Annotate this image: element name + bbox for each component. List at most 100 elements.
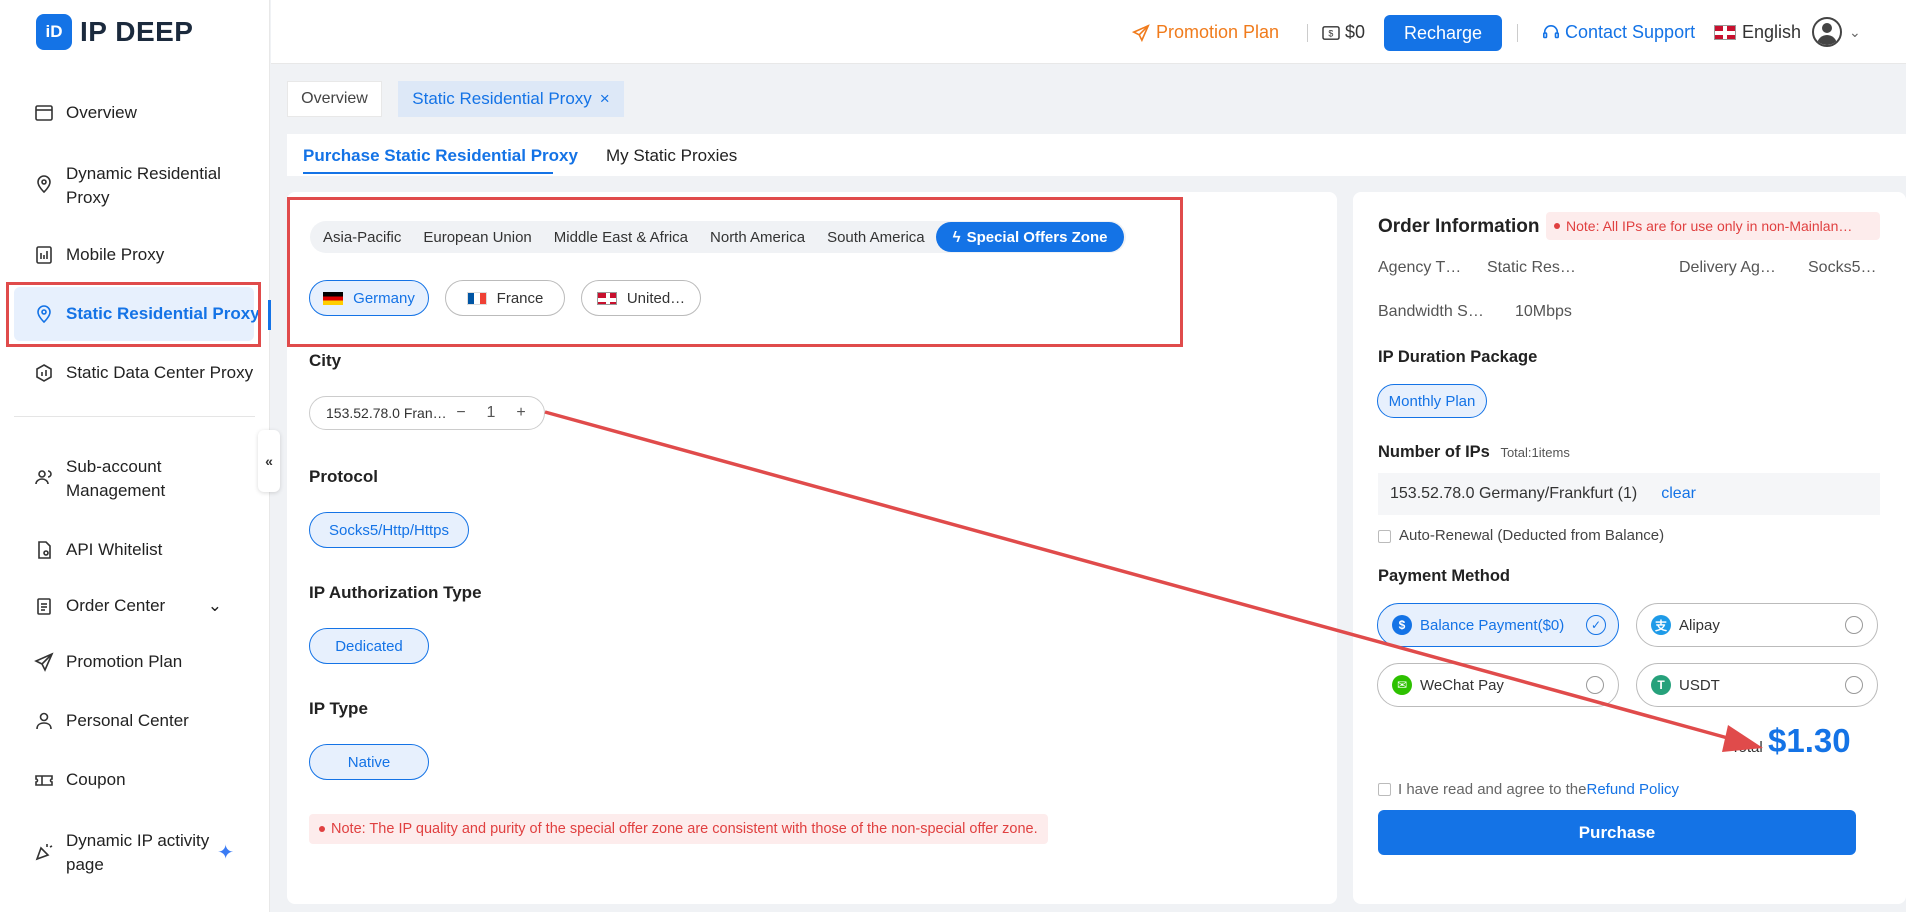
language-selector[interactable]: English [1714,22,1801,43]
active-subtab-underline [303,172,553,174]
sparkle-icon: ✦ [217,842,234,864]
tab-overview[interactable]: Overview [287,81,382,117]
sidebar-item-overview[interactable]: Overview [0,101,260,125]
purchase-button[interactable]: Purchase [1378,810,1856,855]
ip-type-option[interactable]: Native [309,744,429,780]
header-divider [1517,24,1518,42]
payment-method-label: Payment Method [1378,567,1511,585]
promotion-plan-label: Promotion Plan [1156,22,1280,42]
order-field-bandwidth-value: 10Mbps [1515,303,1572,320]
quantity-increment-button[interactable]: + [506,404,536,422]
payment-label: WeChat Pay [1420,676,1504,694]
payment-label: Alipay [1679,616,1720,634]
order-field-bandwidth-label: Bandwidth S… [1378,303,1484,320]
sidebar-item-personal-center[interactable]: Personal Center [0,709,260,733]
sidebar-item-label: API Whitelist [66,540,163,559]
payment-label: Balance Payment($0) [1420,616,1565,634]
sidebar-item-mobile[interactable]: Mobile Proxy [0,243,260,267]
auto-renew-checkbox[interactable] [1378,530,1391,543]
sidebar-item-dynamic-ip-activity[interactable]: Dynamic IP activity page ✦ [0,829,260,877]
agree-checkbox[interactable] [1378,783,1391,796]
contact-support-link[interactable]: Contact Support [1542,22,1695,43]
tab-static-residential-proxy[interactable]: Static Residential Proxy × [398,81,624,117]
radio-button[interactable] [1845,616,1863,634]
payment-option-alipay[interactable]: 支 Alipay [1636,603,1878,647]
logo[interactable]: iD IP DEEP [36,14,193,50]
num-ips-label: Number of IPs Total:1items [1378,443,1570,462]
clear-button[interactable]: clear [1661,485,1696,503]
agree-label: I have read and agree to the [1398,781,1587,798]
dollar-icon: $ [1392,615,1412,635]
num-ips-title: Number of IPs [1378,443,1490,461]
collapse-sidebar-button[interactable]: « [258,430,280,492]
payment-option-balance[interactable]: $ Balance Payment($0) ✓ [1377,603,1619,647]
note-text: Note: The IP quality and purity of the s… [331,821,1038,837]
subtab-purchase[interactable]: Purchase Static Residential Proxy [303,146,578,166]
sidebar-item-static-datacenter[interactable]: Static Data Center Proxy [0,361,260,385]
users-icon [34,467,54,487]
payment-option-usdt[interactable]: T USDT [1636,663,1878,707]
sidebar-item-label: Dynamic Residential Proxy [66,164,221,207]
city-value: 153.52.78.0 Fran… [326,405,446,421]
order-field-agency: Agency T… [1378,259,1462,276]
auth-type-option[interactable]: Dedicated [309,628,429,664]
balance-value: $0 [1345,22,1366,42]
total-price: $1.30 [1768,722,1851,759]
close-icon[interactable]: × [600,89,610,109]
uk-flag-icon [1714,25,1736,40]
order-note-text: Note: All IPs are for use only in non-Ma… [1566,218,1853,234]
avatar[interactable] [1812,17,1842,47]
user-icon [34,711,54,731]
protocol-option[interactable]: Socks5/Http/Https [309,512,469,548]
city-label: City [309,351,342,370]
clipboard-icon [34,596,54,616]
recharge-button[interactable]: Recharge [1384,15,1502,51]
order-note: Note: All IPs are for use only in non-Ma… [1546,212,1880,240]
total-label: Total [1731,739,1763,756]
auto-renew-label: Auto-Renewal (Deducted from Balance) [1399,527,1665,544]
sidebar-item-label: Personal Center [66,711,189,730]
sidebar-item-promotion-plan[interactable]: Promotion Plan [0,650,260,674]
wechat-icon: ✉ [1392,675,1412,695]
monthly-plan-option[interactable]: Monthly Plan [1377,384,1487,418]
mobile-icon [34,245,54,265]
contact-support-label: Contact Support [1565,22,1696,42]
sidebar-item-sub-account[interactable]: Sub-account Management [0,455,260,503]
sidebar-item-dynamic-residential[interactable]: Dynamic Residential Proxy [0,162,260,210]
wallet-icon: $ [1322,25,1340,40]
alipay-icon: 支 [1651,615,1671,635]
refund-policy-link[interactable]: Refund Policy [1586,781,1679,798]
headset-icon [1542,24,1560,38]
radio-button[interactable] [1586,676,1604,694]
annotation-highlight-box [6,282,261,347]
active-indicator [268,300,271,330]
quantity-decrement-button[interactable]: − [446,404,476,422]
tether-icon: T [1651,675,1671,695]
protocol-label: Protocol [309,467,378,486]
promotion-plan-link[interactable]: Promotion Plan [1132,22,1279,43]
chevron-down-icon: ⌄ [207,596,222,615]
special-offer-note: Note: The IP quality and purity of the s… [309,814,1048,844]
chevron-down-icon[interactable]: ⌄ [1849,24,1861,41]
sidebar-item-label: Coupon [66,770,126,789]
balance-display: $ $0 [1322,22,1365,43]
sidebar-item-order-center[interactable]: Order Center ⌄ [0,594,260,618]
subtab-my-static-proxies[interactable]: My Static Proxies [606,146,737,166]
ticket-icon [34,770,54,790]
radio-button[interactable] [1845,676,1863,694]
quantity-value: 1 [486,404,496,421]
annotation-highlight-box [287,197,1183,347]
num-ips-total: Total:1items [1500,445,1570,460]
order-field-socks: Socks5… [1808,259,1877,276]
overview-icon [34,103,54,123]
city-selector[interactable]: 153.52.78.0 Fran… − 1 + [309,396,545,430]
check-icon: ✓ [1586,615,1606,635]
document-icon [34,540,54,560]
payment-option-wechat[interactable]: ✉ WeChat Pay [1377,663,1619,707]
sidebar: iD IP DEEP Overview Dynamic Residential … [0,0,270,912]
note-dot-icon [319,826,325,832]
sidebar-item-coupon[interactable]: Coupon [0,768,260,792]
sidebar-item-api-whitelist[interactable]: API Whitelist [0,538,260,562]
order-field-static-res: Static Res… [1487,259,1576,276]
send-icon [34,652,54,672]
